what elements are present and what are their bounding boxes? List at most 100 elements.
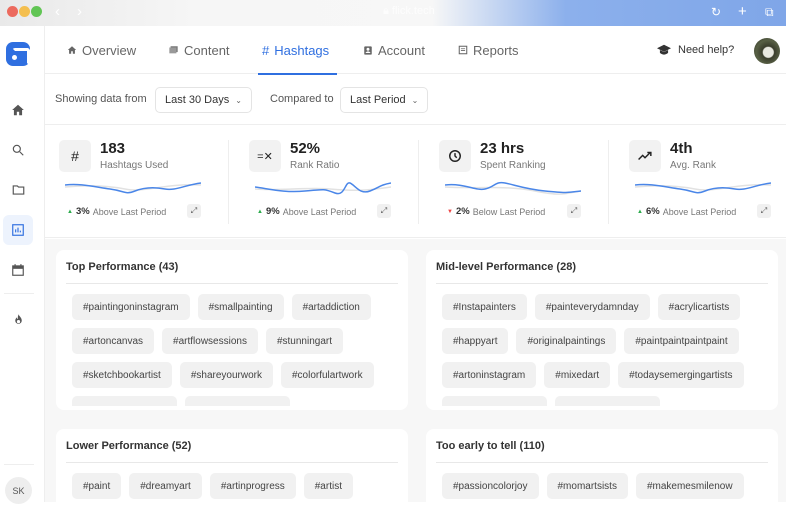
reload-icon[interactable]: ↻ [711, 5, 721, 19]
hashtag-chip[interactable]: #artaddiction [291, 294, 371, 320]
hashtag-chip[interactable]: #paint [72, 473, 122, 499]
hashtag-chip[interactable]: #artoninstagram [442, 362, 537, 388]
card-title: Too early to tell (110) [436, 440, 545, 452]
back-icon[interactable]: ‹ [55, 3, 60, 20]
stat-card-rank-ratio: =✕ 52% Rank Ratio ▲ 9% Above Last Period… [235, 126, 405, 238]
sparkline-current [65, 182, 201, 194]
tab-content[interactable]: Content [168, 26, 230, 74]
divider [228, 140, 229, 224]
clock-icon [439, 140, 471, 172]
stat-change: ▲ 3% Above Last Period [67, 206, 166, 217]
hashtag-chip[interactable]: #artinprogress [209, 473, 296, 499]
hashtag-chip[interactable]: #paintingoninstagram [72, 294, 190, 320]
hashtag-chip[interactable]: #happyart [442, 328, 509, 354]
folder-icon [12, 185, 24, 195]
hashtag-chip[interactable]: #originalpaintings [516, 328, 617, 354]
hashtag-chip[interactable]: #stunningart [265, 328, 344, 354]
tab-label: Hashtags [274, 42, 330, 58]
tab-hashtags[interactable]: # Hashtags [257, 26, 338, 75]
hashtag-chip[interactable]: #sketchbookartist [72, 362, 172, 388]
new-tab-icon[interactable]: + [738, 3, 747, 20]
sidebar-item-calendar[interactable] [3, 255, 33, 285]
bar-chart-icon [12, 224, 24, 236]
hashtag-chip[interactable]: #acrylicartists [657, 294, 741, 320]
change-text: Above Last Period [92, 206, 167, 217]
expand-icon: ⤢ [380, 206, 388, 215]
user-initials-avatar[interactable]: SK [5, 477, 32, 504]
hashtag-chip[interactable]: #todaysemergingartists [618, 362, 744, 388]
tab-account[interactable]: Account [363, 26, 425, 74]
divider [66, 462, 398, 463]
home-icon [12, 104, 24, 116]
home-icon [67, 46, 77, 54]
compared-to-label: Compared to [270, 93, 334, 105]
hashtag-chip[interactable]: #artflowsessions [162, 328, 258, 354]
minimize-window-button[interactable] [19, 6, 30, 17]
stat-card-avg-rank: 4th Avg. Rank ▲ 6% Above Last Period ⤢ [615, 126, 785, 238]
forward-icon[interactable]: › [77, 3, 82, 20]
expand-button[interactable]: ⤢ [187, 204, 201, 218]
tab-label: Overview [82, 42, 137, 58]
hashtag-chip[interactable]: #artoncanvas [72, 328, 155, 354]
tab-reports[interactable]: Reports [458, 26, 519, 74]
sidebar-item-home[interactable] [3, 95, 33, 125]
user-avatar[interactable] [754, 38, 780, 64]
filter-bar: Showing data from Last 30 Days ⌄ Compare… [45, 75, 786, 125]
hashtag-chip[interactable]: #painteverydamnday [534, 294, 650, 320]
hashtag-chip[interactable]: #makemesmilenow [635, 473, 744, 499]
search-icon [12, 144, 24, 156]
card-title: Mid-level Performance (28) [436, 261, 576, 273]
hashtag-chip[interactable]: #mixedart [544, 362, 611, 388]
close-window-button[interactable] [7, 6, 18, 17]
tab-label: Content [184, 42, 230, 58]
change-percent: 2% [455, 206, 470, 217]
stat-card-hashtags-used: # 183 Hashtags Used ▲ 3% Above Last Peri… [45, 126, 215, 238]
chevron-down-icon: ⌄ [411, 95, 419, 105]
hashtag-chip[interactable]: #artist [303, 473, 353, 499]
sidebar-item-trending[interactable] [3, 304, 33, 334]
expand-button[interactable]: ⤢ [377, 204, 391, 218]
stat-change: ▲ 6% Above Last Period [637, 206, 736, 217]
maximize-window-button[interactable] [31, 6, 42, 17]
tag-list: #paintingoninstagram #smallpainting #artad… [72, 294, 396, 410]
hashtag-chip[interactable]: #momartsists [546, 473, 628, 499]
stat-value: 4th [670, 140, 693, 157]
date-range-select[interactable]: Last 30 Days ⌄ [155, 87, 252, 113]
tabs-overview-icon[interactable]: ⧉ [765, 5, 774, 20]
account-icon [364, 45, 372, 55]
trend-up-icon: ▲ [257, 208, 263, 215]
card-top-performance: Top Performance (43) #paintingoninstagra… [56, 250, 408, 410]
sidebar-item-analytics[interactable] [3, 215, 33, 245]
sparkline [65, 182, 201, 194]
hashtag-chip[interactable]: #paintpaintpaintpaint [624, 328, 739, 354]
expand-icon: ⤢ [570, 206, 578, 215]
browser-toolbar: ‹ › 🔒︎ flick.tech ↻ + ⧉ [0, 0, 786, 26]
sidebar-divider [4, 464, 34, 465]
stat-change: ▲ 9% Above Last Period [257, 206, 356, 217]
hashtag-chip[interactable]: #smallpainting [197, 294, 284, 320]
hashtag-chip[interactable]: #colorfulartwork [280, 362, 374, 388]
hashtag-chip[interactable]: #passioncolorjoy [442, 473, 539, 499]
chevron-down-icon: ⌄ [235, 95, 242, 105]
tab-overview[interactable]: Overview [67, 26, 136, 74]
hashtag-chip[interactable]: #Instapainters [442, 294, 527, 320]
sparkline-current [635, 182, 771, 194]
card-too-early-to-tell: Too early to tell (110) #passioncolorjoy… [426, 429, 778, 519]
expand-icon: ⤢ [190, 206, 198, 215]
trend-up-icon: ▲ [67, 208, 73, 215]
divider [436, 462, 768, 463]
expand-button[interactable]: ⤢ [567, 204, 581, 218]
hashtag-chip[interactable]: #shareyourwork [179, 362, 273, 388]
sidebar-item-search[interactable] [3, 135, 33, 165]
images-icon [169, 46, 178, 54]
app-logo[interactable] [6, 42, 30, 66]
need-help-link[interactable]: Need help? [657, 26, 734, 74]
sidebar-item-folder[interactable] [3, 175, 33, 205]
change-text: Below Last Period [472, 206, 546, 217]
expand-button[interactable]: ⤢ [757, 204, 771, 218]
change-percent: 6% [645, 206, 660, 217]
rank-ratio-icon: =✕ [249, 140, 281, 172]
compare-period-select[interactable]: Last Period ⌄ [340, 87, 429, 113]
hashtag-chip[interactable]: #dreamyart [129, 473, 202, 499]
address-bar[interactable]: 🔒︎ flick.tech [383, 5, 435, 18]
